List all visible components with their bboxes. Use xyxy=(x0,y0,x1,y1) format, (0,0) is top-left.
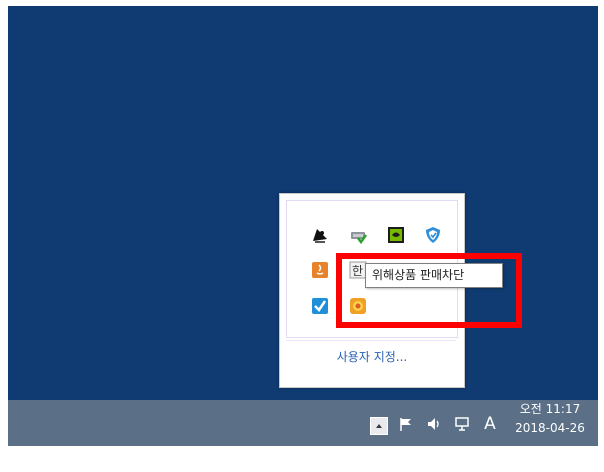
popup-divider xyxy=(286,340,456,341)
chevron-up-icon xyxy=(376,424,382,428)
network-adapter-icon[interactable] xyxy=(349,226,368,245)
satellite-dish-icon[interactable] xyxy=(311,226,329,244)
checkbox-app-icon[interactable] xyxy=(311,297,329,315)
highlight-box xyxy=(336,253,522,328)
action-center-flag-icon[interactable] xyxy=(397,414,415,434)
volume-icon[interactable] xyxy=(425,414,443,434)
security-shield-icon[interactable] xyxy=(424,226,442,244)
customize-link[interactable]: 사용자 지정... xyxy=(280,348,464,365)
taskbar-clock[interactable]: 오전 11:17 2018-04-26 xyxy=(506,400,594,438)
java-icon[interactable] xyxy=(311,261,329,279)
network-icon[interactable] xyxy=(453,414,471,434)
ime-mode-indicator[interactable]: A xyxy=(479,414,501,434)
show-hidden-icons-button[interactable] xyxy=(370,417,388,435)
clock-time: 오전 11:17 xyxy=(519,402,581,416)
clock-date: 2018-04-26 xyxy=(515,421,585,435)
nvidia-icon[interactable] xyxy=(387,226,405,244)
